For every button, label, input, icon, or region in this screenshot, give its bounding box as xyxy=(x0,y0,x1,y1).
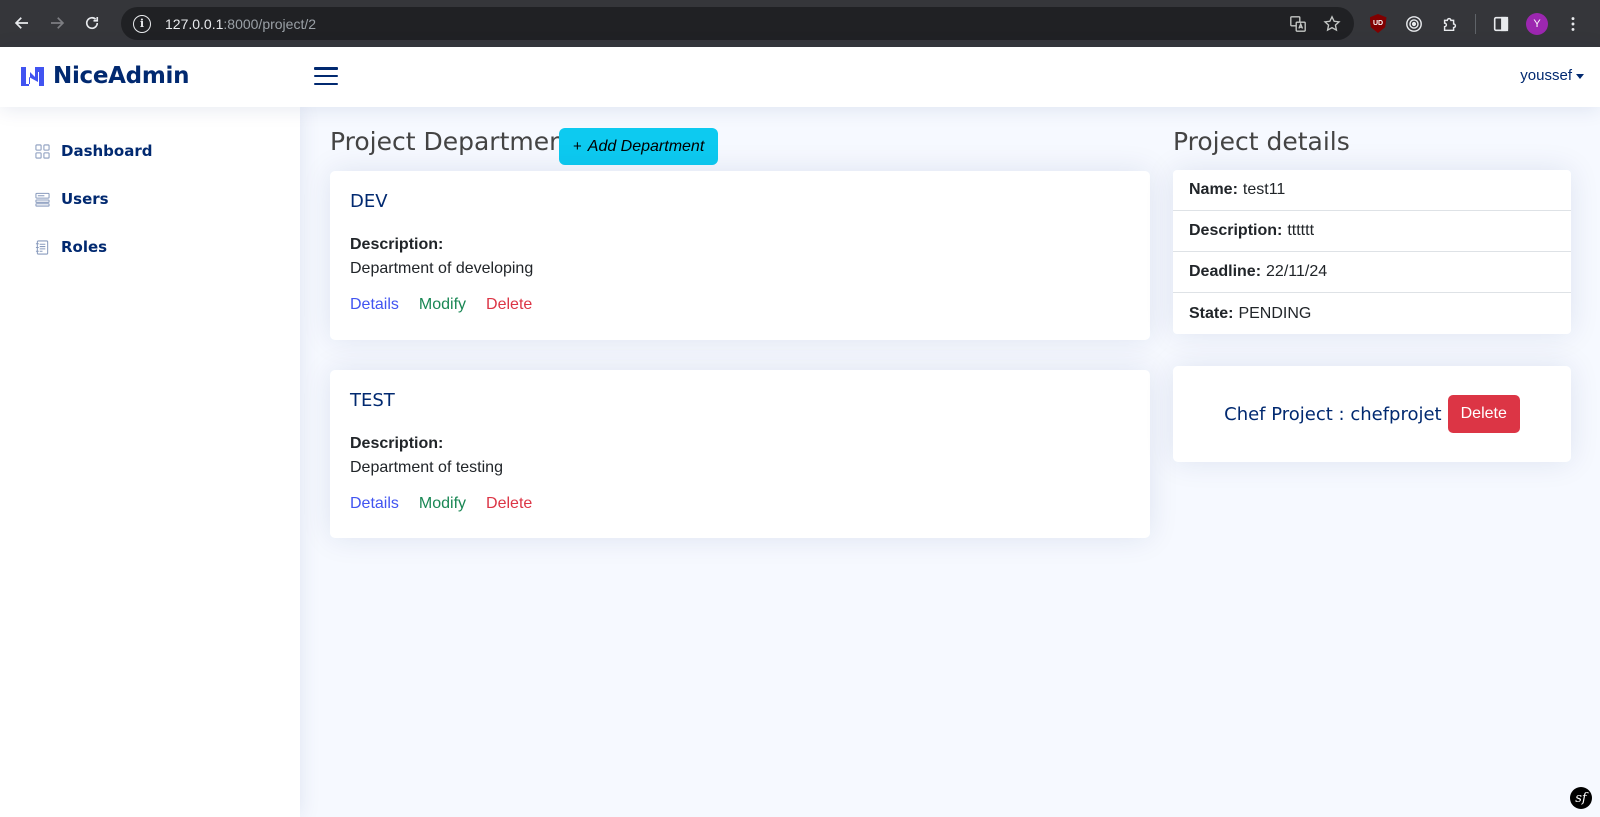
url-text: 127.0.0.1:8000/project/2 xyxy=(165,15,317,32)
brand-logo[interactable]: NiceAdmin xyxy=(20,63,189,89)
chef-project-text: Chef Project : chefprojet xyxy=(1224,403,1442,425)
description-label: Description: xyxy=(350,236,444,253)
detail-value: 22/11/24 xyxy=(1266,263,1328,280)
chef-project-card: Chef Project : chefprojet Delete xyxy=(1173,366,1571,462)
detail-label: Deadline: xyxy=(1189,263,1262,280)
menu-line xyxy=(314,74,338,78)
menu-button-icon xyxy=(35,191,51,207)
modify-link[interactable]: Modify xyxy=(419,296,466,314)
project-details-list: Name: test11 Description: tttttt Deadline:… xyxy=(1173,170,1571,334)
detail-row-state: State: PENDING xyxy=(1173,293,1571,334)
sidebar-item-label: Dashboard xyxy=(61,142,153,160)
sidebar-item-users[interactable]: Users xyxy=(20,175,280,223)
description-text: Department of developing xyxy=(350,260,534,277)
add-department-label: Add Department xyxy=(587,137,705,155)
sidebar-item-label: Users xyxy=(61,190,109,208)
browser-toolbar: i 127.0.0.1:8000/project/2 UD Y xyxy=(0,0,1600,47)
description-label: Description: xyxy=(350,435,444,452)
grid-icon xyxy=(35,143,51,159)
menu-line xyxy=(314,82,338,85)
toolbar-divider xyxy=(1475,13,1476,34)
department-card-dev: DEV Description: Department of developin… xyxy=(330,171,1150,340)
reload-button[interactable] xyxy=(74,5,110,41)
plus-icon: + xyxy=(573,138,582,155)
details-link[interactable]: Details xyxy=(350,296,399,314)
card-actions: Details Modify Delete xyxy=(350,495,1130,513)
detail-value: tttttt xyxy=(1287,222,1315,239)
sidebar-item-roles[interactable]: Roles xyxy=(20,223,280,271)
detail-row-description: Description: tttttt xyxy=(1173,211,1571,252)
browser-menu-icon[interactable] xyxy=(1560,11,1586,37)
bookmark-star-icon[interactable] xyxy=(1322,14,1342,34)
department-name: TEST xyxy=(350,390,395,411)
ublock-extension-icon[interactable]: UD xyxy=(1365,11,1391,37)
delete-link[interactable]: Delete xyxy=(486,296,532,314)
brand-name: NiceAdmin xyxy=(53,63,190,89)
project-details-title: Project details xyxy=(1173,127,1350,156)
translate-icon[interactable] xyxy=(1288,14,1308,34)
menu-line xyxy=(314,67,338,70)
delete-link[interactable]: Delete xyxy=(486,495,532,513)
detail-row-name: Name: test11 xyxy=(1173,170,1571,211)
forward-button[interactable] xyxy=(39,5,75,41)
back-button[interactable] xyxy=(4,5,40,41)
detail-value: PENDING xyxy=(1238,304,1312,322)
niceadmin-logo-icon xyxy=(21,66,44,86)
detail-row-deadline: Deadline: 22/11/24 xyxy=(1173,252,1571,293)
department-card-test: TEST Description: Department of testing … xyxy=(330,370,1150,538)
departments-title: Project Departments xyxy=(330,127,588,156)
detail-label: Name: xyxy=(1189,181,1238,198)
details-link[interactable]: Details xyxy=(350,495,399,513)
card-actions: Details Modify Delete xyxy=(350,296,1130,314)
address-bar[interactable]: i 127.0.0.1:8000/project/2 xyxy=(121,7,1354,40)
modify-link[interactable]: Modify xyxy=(419,495,466,513)
main-content: Project Departments + Add Department DEV… xyxy=(300,107,1600,817)
detail-label: Description: xyxy=(1189,222,1283,239)
add-department-button[interactable]: + Add Department xyxy=(559,128,719,165)
user-name: youssef xyxy=(1520,67,1572,84)
profile-avatar[interactable]: Y xyxy=(1524,11,1550,37)
user-dropdown[interactable]: youssef xyxy=(1520,67,1584,84)
sidebar-item-dashboard[interactable]: Dashboard xyxy=(20,127,280,175)
sidebar-item-label: Roles xyxy=(61,238,108,256)
detail-value: test11 xyxy=(1242,181,1286,198)
extension-target-icon[interactable] xyxy=(1401,11,1427,37)
caret-down-icon xyxy=(1576,73,1584,79)
site-info-icon[interactable]: i xyxy=(133,14,151,33)
department-name: DEV xyxy=(350,191,388,212)
reload-icon xyxy=(85,16,99,30)
arrow-left-icon xyxy=(14,17,28,29)
description-text: Department of testing xyxy=(350,459,503,476)
side-panel-icon[interactable] xyxy=(1488,11,1514,37)
detail-label: State: xyxy=(1189,304,1234,322)
app-header: NiceAdmin youssef xyxy=(0,47,1600,107)
extensions-puzzle-icon[interactable] xyxy=(1437,11,1463,37)
sidebar: Dashboard Users Roles xyxy=(0,107,300,817)
delete-chef-button[interactable]: Delete xyxy=(1447,395,1520,433)
arrow-right-icon xyxy=(51,17,65,29)
journal-text-icon xyxy=(35,239,51,255)
sidebar-toggle-button[interactable] xyxy=(314,65,338,87)
symfony-toolbar-icon[interactable]: sf xyxy=(1570,787,1592,809)
